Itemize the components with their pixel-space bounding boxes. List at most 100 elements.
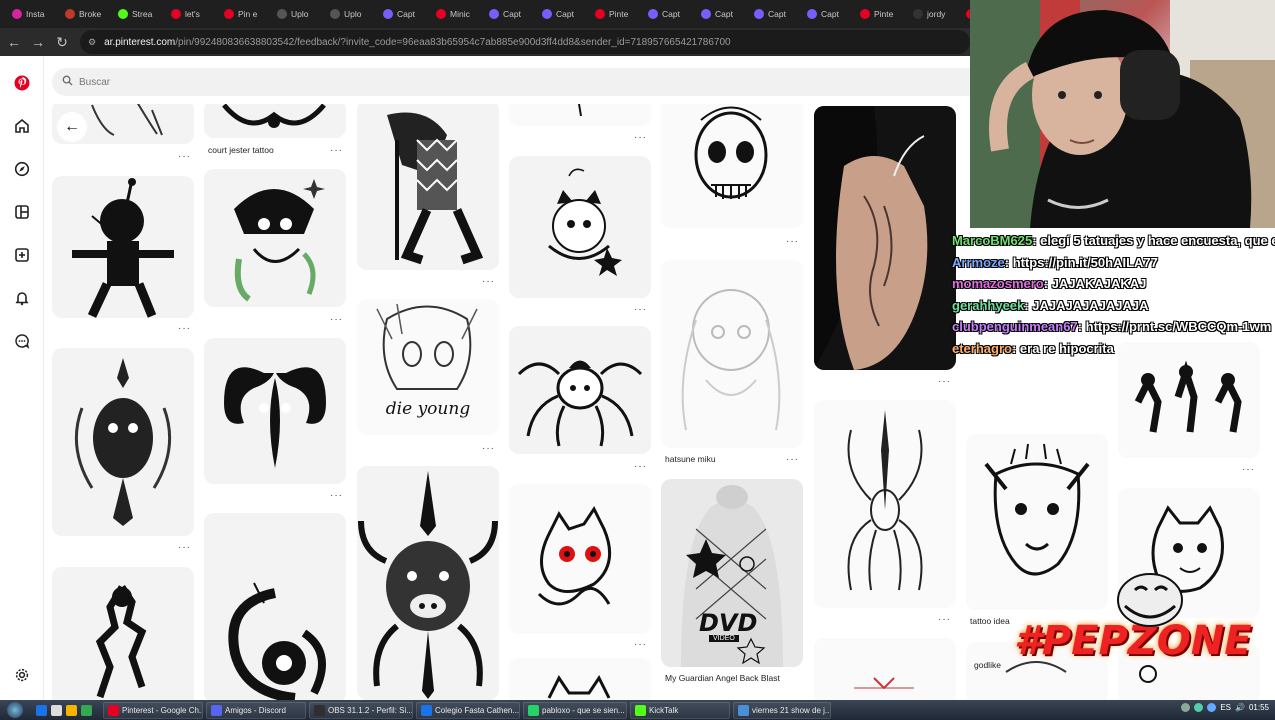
pin-card[interactable]: [814, 638, 956, 700]
address-bar[interactable]: ⚙ ar.pinterest.com/pin/99248083663880354…: [80, 30, 970, 54]
pin-card[interactable]: [509, 484, 651, 634]
url-host: ar.pinterest.com: [104, 36, 176, 48]
pin-more-icon[interactable]: ···: [634, 132, 647, 143]
settings-icon[interactable]: [9, 662, 35, 688]
pin-card[interactable]: [661, 260, 803, 448]
pin-card[interactable]: DVD VIDEO: [661, 479, 803, 667]
home-icon[interactable]: [9, 113, 35, 139]
pin-card[interactable]: [661, 104, 803, 228]
browser-tab[interactable]: Pin e: [218, 3, 269, 25]
taskbar-window-button[interactable]: OBS 31.1.2 - Perfil: Si...: [309, 701, 413, 719]
tray-app-icon[interactable]: [1207, 703, 1217, 712]
browser-tab[interactable]: Pinte: [589, 3, 640, 25]
boards-icon[interactable]: [9, 199, 35, 225]
search-bar[interactable]: [52, 68, 982, 96]
clock[interactable]: 01:55: [1249, 703, 1269, 712]
pin-more-icon[interactable]: ···: [634, 639, 647, 650]
pin-card[interactable]: [52, 567, 194, 700]
pin-more-icon[interactable]: ···: [178, 151, 191, 162]
browser-tab[interactable]: let's: [165, 3, 216, 25]
taskbar-window-button[interactable]: KickTalk: [630, 701, 730, 719]
taskbar-window-button[interactable]: Amigos - Discord: [206, 701, 306, 719]
site-settings-icon[interactable]: ⚙: [88, 37, 96, 48]
browser-tab[interactable]: Capt: [748, 3, 799, 25]
browser-tab[interactable]: Uplo: [271, 3, 322, 25]
pin-more-icon[interactable]: ···: [634, 304, 647, 315]
taskbar-window-button[interactable]: Colegio Fasta Cathen...: [416, 701, 520, 719]
pin-card[interactable]: [204, 513, 346, 700]
pin-more-icon[interactable]: ···: [786, 236, 799, 247]
pinterest-logo-icon[interactable]: [9, 70, 35, 96]
back-nav-icon[interactable]: ←: [2, 30, 26, 54]
pin-more-icon[interactable]: ···: [938, 614, 951, 625]
back-button[interactable]: ←: [57, 112, 87, 142]
folder-pinned-icon[interactable]: [66, 704, 77, 716]
pin-card[interactable]: [814, 400, 956, 608]
media-pinned-icon[interactable]: [51, 704, 62, 716]
pin-more-icon[interactable]: ···: [330, 145, 343, 156]
messages-icon[interactable]: [9, 328, 35, 354]
browser-tab[interactable]: jordy: [907, 3, 958, 25]
chat-message: eterhagro: era re hipocrita: [948, 338, 1275, 360]
pin-card[interactable]: [966, 434, 1108, 610]
pin-more-icon[interactable]: ···: [1242, 464, 1255, 475]
pin-card[interactable]: [357, 466, 499, 700]
browser-tab[interactable]: Capt: [377, 3, 428, 25]
pin-card[interactable]: [509, 156, 651, 298]
pin-card[interactable]: [509, 658, 651, 700]
start-button[interactable]: [0, 700, 30, 720]
pin-card[interactable]: [357, 104, 499, 270]
browser-tab[interactable]: Capt: [642, 3, 693, 25]
tray-app-icon[interactable]: [1181, 703, 1191, 712]
browser-tab[interactable]: Capt: [801, 3, 852, 25]
pin-caption: godlike: [974, 660, 1001, 670]
reload-icon[interactable]: ↻: [50, 30, 74, 54]
language-indicator[interactable]: ES: [1220, 703, 1231, 712]
pin-more-icon[interactable]: ···: [634, 461, 647, 472]
pin-more-icon[interactable]: ···: [482, 276, 495, 287]
pin-card[interactable]: [204, 338, 346, 484]
tray-app-icon[interactable]: [1194, 703, 1204, 712]
browser-tab[interactable]: Uplo: [324, 3, 375, 25]
explore-icon[interactable]: [9, 156, 35, 182]
taskbar-window-button[interactable]: viernes 21 show de j...: [733, 701, 831, 719]
pin-more-icon[interactable]: ···: [178, 542, 191, 553]
browser-tab[interactable]: Capt: [483, 3, 534, 25]
taskbar-app-icon: [528, 704, 539, 716]
pin-more-icon[interactable]: ···: [330, 490, 343, 501]
chat-username: gerahhyeek: [952, 297, 1025, 313]
browser-tab[interactable]: Minic: [430, 3, 481, 25]
pin-card[interactable]: [52, 176, 194, 318]
browser-tab[interactable]: Strea: [112, 3, 163, 25]
notifications-icon[interactable]: [9, 285, 35, 311]
forward-nav-icon[interactable]: →: [26, 30, 50, 54]
create-icon[interactable]: [9, 242, 35, 268]
browser-tab[interactable]: Broke: [59, 3, 110, 25]
pin-card[interactable]: [52, 348, 194, 536]
browser-tab[interactable]: Capt: [695, 3, 746, 25]
pin-more-icon[interactable]: ···: [330, 314, 343, 325]
explorer-pinned-icon[interactable]: [36, 704, 47, 716]
system-tray: ES 🔊 01:55: [1181, 703, 1269, 712]
pin-card[interactable]: [814, 106, 956, 370]
pin-more-icon[interactable]: ···: [482, 443, 495, 454]
search-input[interactable]: [79, 76, 379, 88]
pin-caption: court jester tattoo: [208, 145, 274, 155]
taskbar-window-button[interactable]: pabloxo - que se sien...: [523, 701, 627, 719]
taskbar-window-button[interactable]: Pinterest - Google Ch...: [103, 701, 203, 719]
chat-message: gerahhyeek: JAJAJAJAJAJAJA: [948, 295, 1275, 317]
pin-more-icon[interactable]: ···: [178, 323, 191, 334]
browser-tab[interactable]: Capt: [536, 3, 587, 25]
pin-more-icon[interactable]: ···: [786, 454, 799, 465]
tab-label: Capt: [715, 9, 733, 19]
tab-favicon-icon: [913, 9, 923, 19]
pin-card[interactable]: die young: [357, 299, 499, 435]
pin-card[interactable]: [509, 326, 651, 454]
pin-card[interactable]: [204, 169, 346, 307]
chrome-pinned-icon[interactable]: [81, 704, 92, 716]
pin-card[interactable]: [509, 104, 651, 126]
volume-icon[interactable]: 🔊: [1235, 703, 1245, 712]
pin-card[interactable]: [204, 104, 346, 138]
browser-tab[interactable]: Insta: [6, 3, 57, 25]
browser-tab[interactable]: Pinte: [854, 3, 905, 25]
